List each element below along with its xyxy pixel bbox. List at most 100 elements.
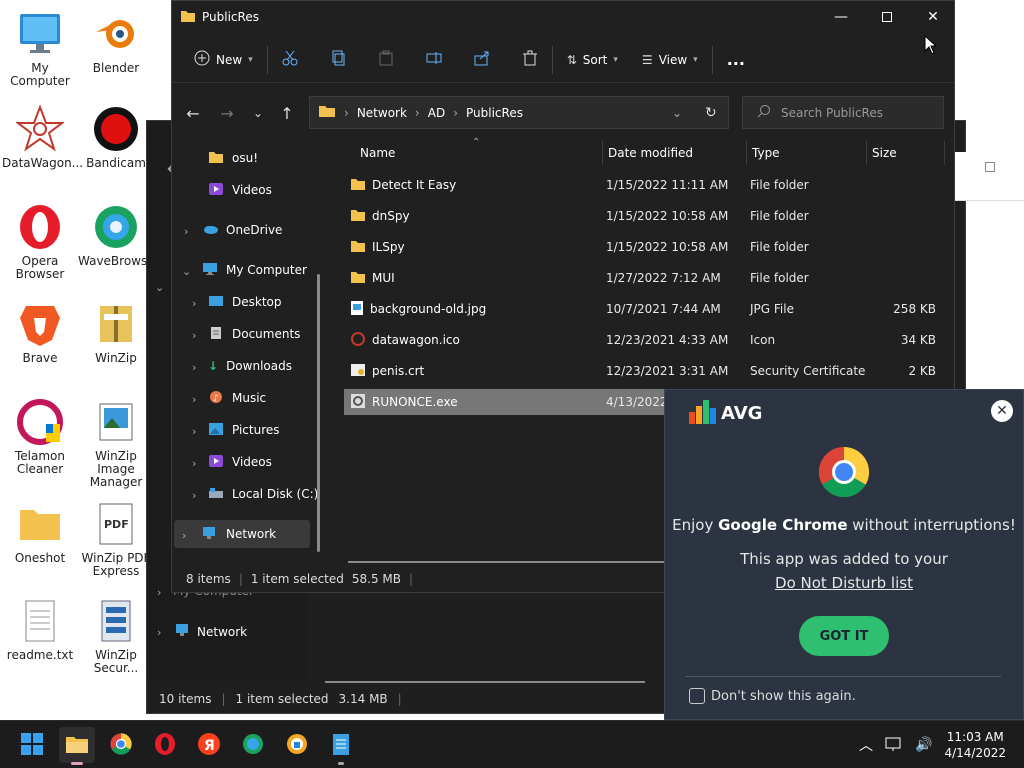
file-name-cell[interactable]: background-old.jpg [350, 296, 486, 322]
file-row[interactable]: penis.crt 12/23/2021 3:31 AM Security Cert… [344, 358, 950, 384]
recent-locations-button[interactable]: ⌄ [245, 100, 271, 126]
chevron-right-icon[interactable]: › [157, 586, 161, 599]
address-dropdown-icon[interactable]: ⌄ [672, 106, 682, 120]
taskbar-wavebrowser[interactable] [235, 727, 271, 763]
address-bar[interactable]: › Network › AD › PublicRes ⌄ ↻ [309, 96, 729, 129]
chevron-down-icon[interactable]: ⌄ [182, 265, 191, 278]
column-header-type[interactable]: Type [746, 141, 866, 165]
breadcrumb-network[interactable]: Network [357, 106, 407, 120]
got-it-button[interactable]: GOT IT [799, 616, 889, 656]
desktop-icon-winzip[interactable]: WinZip [78, 300, 154, 365]
chevron-right-icon[interactable]: › [192, 489, 196, 502]
chevron-right-icon[interactable]: › [184, 225, 188, 238]
file-name-cell[interactable]: ILSpy [350, 234, 405, 260]
desktop-icon-datawagon[interactable]: DataWagon... [2, 104, 83, 170]
desktop-icon-telamon[interactable]: Telamon Cleaner [2, 398, 78, 476]
avg-close-button[interactable]: ✕ [991, 400, 1013, 422]
back-horizontal-scrollbar[interactable] [325, 681, 645, 683]
desktop-icon-my-computer[interactable]: My Computer [2, 10, 78, 88]
breadcrumb-ad[interactable]: AD [428, 106, 445, 120]
file-name-cell[interactable]: dnSpy [350, 203, 410, 229]
taskbar-chrome[interactable] [103, 727, 139, 763]
chevron-right-icon[interactable]: › [192, 361, 196, 374]
close-button[interactable]: ✕ [910, 1, 956, 33]
maximize-icon[interactable] [985, 162, 995, 172]
view-button[interactable]: ☰ View ▾ [634, 44, 706, 76]
nav-item-videos[interactable]: Videos [208, 177, 272, 203]
rename-button[interactable] [418, 44, 450, 76]
taskbar-opera[interactable] [147, 727, 183, 763]
new-button[interactable]: New ▾ [186, 44, 261, 76]
nav-item-my-computer[interactable]: My Computer [202, 257, 307, 283]
file-row[interactable]: ILSpy 1/15/2022 10:58 AM File folder [344, 234, 950, 260]
taskbar-avg-secure-browser[interactable] [279, 727, 315, 763]
nav-item-onedrive[interactable]: OneDrive [202, 217, 282, 243]
desktop-icon-blender[interactable]: Blender [78, 10, 154, 75]
up-button[interactable]: ↑ [274, 100, 300, 126]
file-name-cell[interactable]: MUI [350, 265, 395, 291]
chevron-up-icon[interactable]: ︿ [859, 735, 873, 755]
sort-button[interactable]: ⇅ Sort ▾ [559, 44, 626, 76]
minimize-button[interactable]: — [818, 1, 864, 33]
maximize-button[interactable] [864, 1, 910, 33]
nav-item-music[interactable]: ♪ Music [208, 385, 266, 411]
chevron-right-icon[interactable]: › [192, 297, 196, 310]
nav-item-desktop[interactable]: Desktop [208, 289, 282, 315]
dont-show-again-option[interactable]: Don't show this again. [689, 688, 856, 704]
search-box[interactable]: Search PublicRes [742, 96, 944, 129]
chevron-right-icon[interactable]: › [192, 457, 196, 470]
chevron-right-icon[interactable]: › [192, 425, 196, 438]
back-button[interactable]: ← [180, 100, 206, 126]
desktop-icon-readme[interactable]: readme.txt [2, 597, 78, 662]
more-options-button[interactable]: ... [719, 44, 753, 76]
file-row[interactable]: dnSpy 1/15/2022 10:58 AM File folder [344, 203, 950, 229]
copy-button[interactable] [322, 44, 354, 76]
chevron-right-icon[interactable]: › [192, 393, 196, 406]
desktop-icon-winzip-secure[interactable]: WinZip Secur... [78, 597, 154, 675]
file-row[interactable]: Detect It Easy 1/15/2022 11:11 AM File fol… [344, 172, 950, 198]
nav-item-documents[interactable]: Documents [208, 321, 300, 347]
clock[interactable]: 11:03 AM 4/14/2022 [944, 729, 1006, 761]
desktop-icon-winzip-image[interactable]: WinZip Image Manager [78, 398, 154, 489]
taskbar-notepad[interactable] [323, 727, 359, 765]
share-button[interactable] [466, 44, 498, 76]
desktop-icon-oneshot[interactable]: Oneshot [2, 500, 78, 565]
taskbar-file-explorer[interactable] [59, 727, 95, 765]
chevron-right-icon[interactable]: › [182, 529, 186, 542]
column-divider[interactable] [944, 141, 945, 165]
nav-scrollbar[interactable] [317, 274, 320, 552]
chevron-right-icon[interactable]: › [192, 329, 196, 342]
file-row[interactable]: datawagon.ico 12/23/2021 4:33 AM Icon 34 KB [344, 327, 950, 353]
desktop-icon-bandicam[interactable]: Bandicam [78, 105, 154, 170]
paste-button[interactable] [370, 44, 402, 76]
file-row[interactable]: MUI 1/27/2022 7:12 AM File folder [344, 265, 950, 291]
taskbar-yandex[interactable]: Я [191, 727, 227, 763]
desktop-icon-winzip-pdf[interactable]: PDF WinZip PDF Express [78, 500, 154, 578]
nav-item-osu[interactable]: osu! [208, 145, 258, 171]
volume-icon[interactable]: 🔊 [915, 737, 932, 753]
horizontal-scrollbar[interactable] [348, 561, 668, 563]
file-name-cell[interactable]: datawagon.ico [350, 327, 460, 353]
file-name-cell[interactable]: penis.crt [350, 358, 424, 384]
chevron-down-icon[interactable]: ⌄ [155, 281, 164, 294]
file-row[interactable]: background-old.jpg 10/7/2021 7:44 AM JPG F… [344, 296, 950, 322]
column-header-size[interactable]: Size [866, 141, 946, 165]
forward-button[interactable]: → [214, 100, 240, 126]
start-button[interactable] [14, 727, 50, 763]
nav-item-pictures[interactable]: Pictures [208, 417, 280, 443]
desktop-icon-wavebrowser[interactable]: WaveBrowser [78, 203, 160, 268]
nav-item-network[interactable]: Network [202, 521, 276, 547]
delete-button[interactable] [514, 44, 546, 76]
cut-button[interactable] [274, 44, 306, 76]
chevron-right-icon[interactable]: › [157, 626, 161, 639]
network-status-icon[interactable] [885, 736, 903, 755]
file-name-cell[interactable]: Detect It Easy [350, 172, 456, 198]
back-nav-network[interactable]: Network [175, 623, 247, 640]
nav-item-local-disk[interactable]: Local Disk (C:) [208, 481, 318, 507]
column-header-date[interactable]: Date modified [602, 141, 746, 165]
breadcrumb-publicres[interactable]: PublicRes [466, 106, 523, 120]
desktop-icon-brave[interactable]: Brave [2, 300, 78, 365]
nav-item-downloads[interactable]: ↓ Downloads [208, 353, 292, 379]
refresh-icon[interactable]: ↻ [705, 105, 717, 121]
nav-item-videos-2[interactable]: Videos [208, 449, 272, 475]
